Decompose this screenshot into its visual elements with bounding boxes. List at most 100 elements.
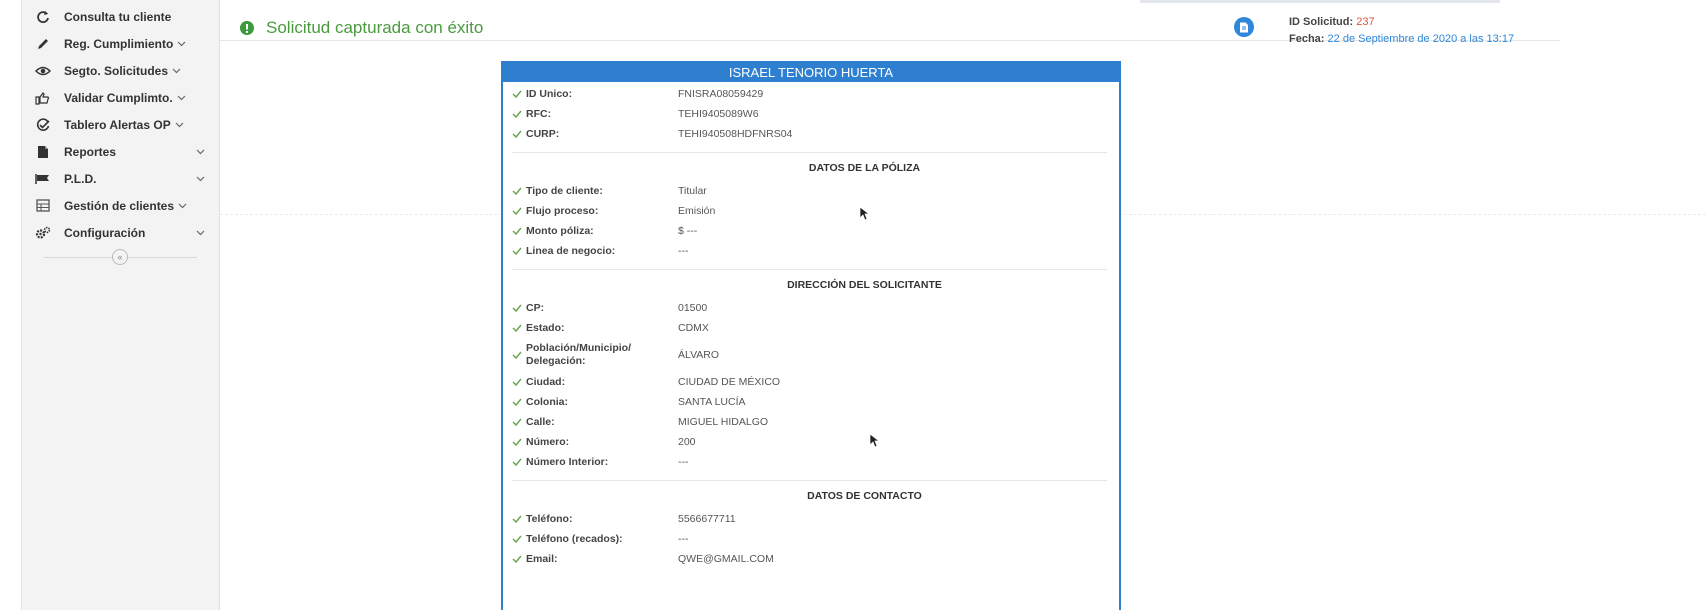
mouse-cursor-icon [860, 207, 871, 221]
section-title: DIRECCIÓN DEL SOLICITANTE [787, 279, 942, 291]
success-message: Solicitud capturada con éxito [266, 18, 484, 37]
request-info: ID Solicitud: 237 Fecha: 22 de Septiembr… [1289, 14, 1514, 48]
field-row: Ciudad: CIUDAD DE MÉXICO [512, 372, 1107, 392]
field-row: Calle: MIGUEL HIDALGO [512, 412, 1107, 432]
sidebar-item-label: Tablero Alertas OP [64, 117, 171, 132]
sidebar-collapse-button[interactable]: « [112, 249, 128, 265]
field-row: Colonia: SANTA LUCÍA [512, 392, 1107, 412]
field-value: MIGUEL HIDALGO [678, 416, 769, 428]
hand-icon [34, 90, 52, 106]
sidebar-item-reportes[interactable]: Reportes [22, 138, 219, 165]
field-value: CIUDAD DE MÉXICO [678, 376, 781, 388]
sidebar-item-tablero-alertas[interactable]: Tablero Alertas OP [22, 111, 219, 138]
request-date-label: Fecha: [1289, 33, 1325, 45]
checkmark-icon [512, 378, 526, 386]
left-gutter [0, 0, 22, 610]
chevron-down-icon [177, 41, 186, 47]
field-row: Teléfono: 5566677711 [512, 509, 1107, 529]
checkmark-icon [512, 398, 526, 406]
sidebar-item-label: Validar Cumplimto. [64, 90, 173, 105]
field-label: Teléfono: [526, 513, 573, 525]
field-row: CURP: TEHI940508HDFNRS04 [512, 124, 1107, 144]
field-row: ID Unico: FNISRA08059429 [512, 84, 1107, 104]
table-icon [34, 198, 52, 214]
checkmark-icon [512, 187, 526, 195]
main-content: Solicitud capturada con éxito ID Solicit… [220, 0, 1706, 610]
file-icon [1240, 22, 1248, 32]
field-label: Población/Municipio/ Delegación: [526, 342, 631, 367]
checkmark-icon [512, 535, 526, 543]
field-label: Calle: [526, 416, 555, 428]
field-label: Tipo de cliente: [526, 185, 603, 197]
checkmark-icon [512, 110, 526, 118]
chevron-down-icon [172, 68, 181, 74]
sidebar-collapse-row: « [22, 246, 219, 268]
sidebar-item-configuracion[interactable]: Configuración [22, 219, 219, 246]
sidebar-item-label: Reportes [64, 144, 117, 159]
identity-section: ID Unico: FNISRA08059429 RFC: TEHI9405089W6… [512, 84, 1107, 144]
sidebar-item-reg-cumplimiento[interactable]: Reg. Cumplimiento [22, 30, 219, 57]
field-value: --- [678, 533, 689, 545]
field-row: Tipo de cliente: Titular [512, 181, 1107, 201]
section-title: DATOS DE CONTACTO [807, 490, 922, 502]
refresh-icon [34, 9, 52, 25]
request-date-line: Fecha: 22 de Septiembre de 2020 a las 13… [1289, 31, 1514, 48]
field-value: Emisión [678, 205, 716, 217]
mouse-cursor-icon [870, 434, 881, 448]
document-icon [34, 144, 52, 160]
gears-icon [34, 225, 52, 241]
field-label: Email: [526, 553, 558, 565]
request-id-value: 237 [1356, 16, 1375, 28]
field-value: ÁLVARO [678, 349, 720, 361]
field-value: 200 [678, 436, 696, 448]
field-value: FNISRA08059429 [678, 88, 764, 100]
checkmark-icon [512, 418, 526, 426]
field-row: Email: QWE@GMAIL.COM [512, 549, 1107, 569]
field-label: Teléfono (recados): [526, 533, 623, 545]
field-value: 5566677711 [678, 513, 736, 525]
sidebar-item-label: Reg. Cumplimiento [64, 36, 174, 51]
sidebar-item-segto-solicitudes[interactable]: Segto. Solicitudes [22, 57, 219, 84]
chevron-down-icon [175, 122, 184, 128]
checkmark-icon [512, 458, 526, 466]
field-value: SANTA LUCÍA [678, 396, 746, 408]
checkmark-icon [512, 438, 526, 446]
checkmark-icon [512, 515, 526, 523]
sidebar-item-label: Gestión de clientes [64, 198, 175, 213]
sidebar-item-label: Configuración [64, 225, 146, 240]
chevron-down-icon [196, 230, 205, 236]
field-label: Número Interior: [526, 456, 609, 468]
checkmark-icon [512, 227, 526, 235]
field-value: --- [678, 245, 689, 257]
field-value: TEHI9405089W6 [678, 108, 759, 120]
field-label: Número: [526, 436, 570, 448]
field-value: QWE@GMAIL.COM [678, 553, 774, 565]
request-date-value: 22 de Septiembre de 2020 a las 13:17 [1327, 33, 1515, 45]
sidebar-item-pld[interactable]: P.L.D. [22, 165, 219, 192]
field-value: 01500 [678, 302, 708, 314]
field-row: Número Interior: --- [512, 452, 1107, 472]
double-chevron-left-icon: « [117, 252, 123, 262]
section-title: DATOS DE LA PÓLIZA [808, 162, 921, 174]
check-circle-icon [34, 117, 52, 133]
field-row: Flujo proceso: Emisión [512, 201, 1107, 221]
sidebar-item-label: Consulta tu cliente [64, 9, 172, 24]
sidebar-item-gestion-clientes[interactable]: Gestión de clientes [22, 192, 219, 219]
sidebar-item-consulta-cliente[interactable]: Consulta tu cliente [22, 3, 219, 30]
pencil-icon [34, 36, 52, 52]
checkmark-icon [512, 130, 526, 138]
checkmark-icon [512, 555, 526, 563]
field-label: Monto póliza: [526, 225, 594, 237]
sidebar-item-validar-cumplimto[interactable]: Validar Cumplimto. [22, 84, 219, 111]
chevron-down-icon [196, 149, 205, 155]
field-value: Titular [678, 185, 707, 197]
checkmark-icon [512, 90, 526, 98]
document-button[interactable] [1234, 17, 1254, 37]
field-label: Colonia: [526, 396, 568, 408]
field-row: Población/Municipio/ Delegación: ÁLVARO [512, 338, 1107, 372]
field-row: RFC: TEHI9405089W6 [512, 104, 1107, 124]
field-value: CDMX [678, 322, 709, 334]
client-summary-card: ISRAEL TENORIO HUERTA ID Unico: FNISRA080… [501, 61, 1121, 610]
field-label: Estado: [526, 322, 565, 334]
field-row: Monto póliza: $ --- [512, 221, 1107, 241]
